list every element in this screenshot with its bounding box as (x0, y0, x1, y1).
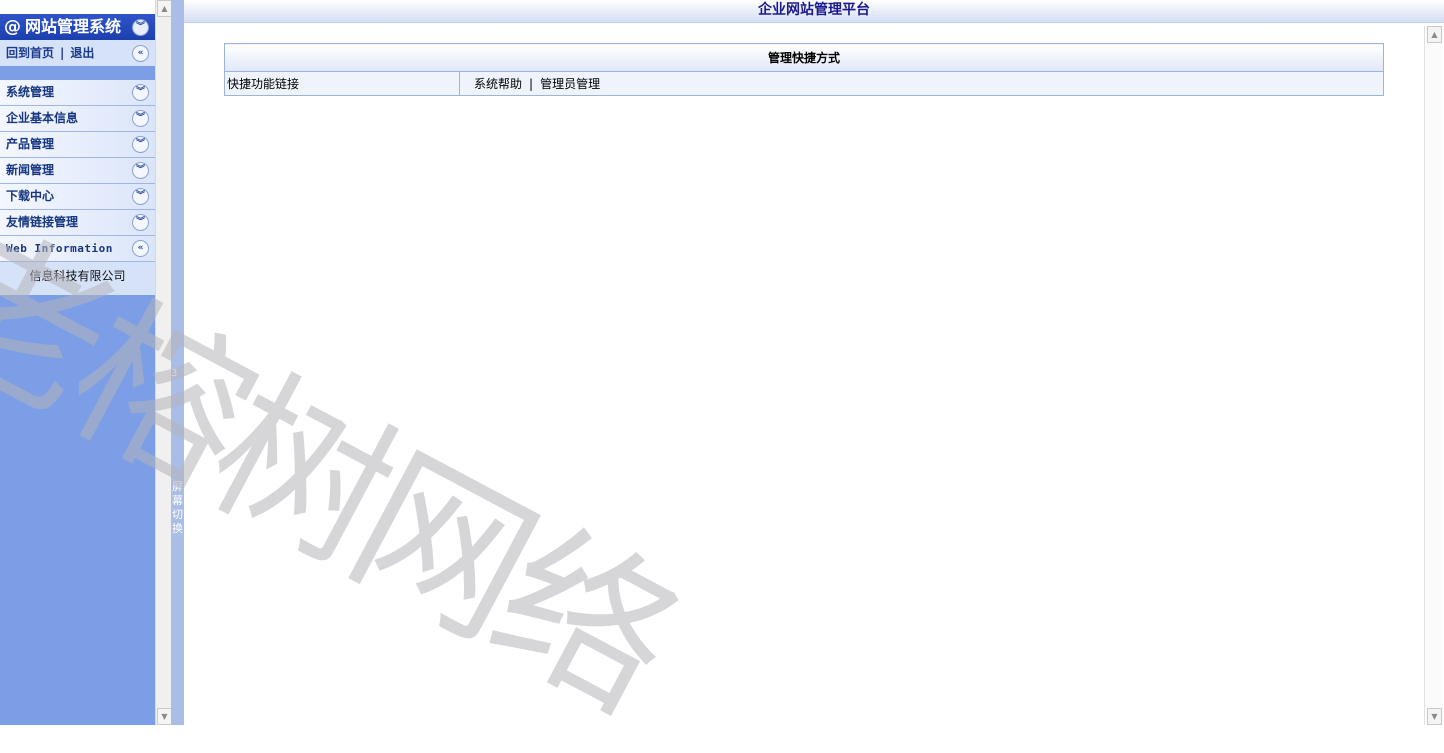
company-name: 信息科技有限公司 (0, 262, 155, 295)
sidebar-item-label: Web Information (6, 242, 113, 255)
home-link[interactable]: 回到首页 (6, 46, 54, 60)
sidebar-title: 网站管理系统 (25, 17, 122, 36)
chevron-double-down-icon[interactable]: ︾ (132, 214, 149, 231)
sidebar-item-products[interactable]: 产品管理 ︾ (0, 132, 155, 158)
sidebar-gap (0, 66, 155, 80)
sidebar-top-strip (0, 0, 155, 14)
sidebar-item-news[interactable]: 新闻管理 ︾ (0, 158, 155, 184)
logout-link[interactable]: 退出 (70, 46, 94, 60)
sidebar-title-bar: @ 网站管理系统 ︾ (0, 14, 155, 40)
sidebar-item-label: 企业基本信息 (6, 111, 79, 125)
scroll-up-icon[interactable]: ▲ (1427, 26, 1442, 43)
chevron-double-down-icon[interactable]: ︾ (132, 162, 149, 179)
main-scrollbar[interactable]: ▲ ▼ (1424, 26, 1443, 725)
link-separator: | (529, 77, 534, 91)
sidebar-item-label: 新闻管理 (6, 163, 55, 177)
chevron-double-down-icon[interactable]: ︾ (132, 110, 149, 127)
sidebar: @ 网站管理系统 ︾ 回到首页 | 退出 « 系统管理 ︾ 企业基本信息 ︾ 产品管理… (0, 0, 155, 725)
chevron-double-down-icon[interactable]: ︾ (132, 188, 149, 205)
row-label: 快捷功能链接 (224, 71, 460, 96)
link-separator: | (60, 46, 65, 60)
chevron-double-left-icon[interactable]: « (132, 240, 149, 257)
chevron-double-down-icon[interactable]: ︾ (132, 19, 149, 36)
sidebar-scrollbar[interactable]: ▲ ▼ (155, 0, 172, 725)
row-links: 系统帮助 | 管理员管理 (459, 71, 1384, 96)
sidebar-item-friend-links[interactable]: 友情链接管理 ︾ (0, 210, 155, 236)
sidebar-item-label: 产品管理 (6, 137, 55, 151)
admin-management-link[interactable]: 管理员管理 (540, 77, 600, 91)
sidebar-item-system[interactable]: 系统管理 ︾ (0, 80, 155, 106)
frame-splitter[interactable]: 3 屏幕切换 (171, 0, 184, 725)
scroll-down-icon[interactable]: ▼ (1427, 708, 1442, 725)
sidebar-item-label: 友情链接管理 (6, 215, 79, 229)
sidebar-item-downloads[interactable]: 下载中心 ︾ (0, 184, 155, 210)
sidebar-item-company-info[interactable]: 企业基本信息 ︾ (0, 106, 155, 132)
page-title: 企业网站管理平台 (184, 0, 1444, 23)
system-help-link[interactable]: 系统帮助 (474, 77, 522, 91)
splitter-number: 3 (171, 368, 178, 379)
chevron-double-down-icon[interactable]: ︾ (132, 136, 149, 153)
sidebar-item-web-information[interactable]: Web Information « (0, 236, 155, 262)
chevron-double-down-icon[interactable]: ︾ (132, 84, 149, 101)
sidebar-item-label: 下载中心 (6, 189, 55, 203)
screen-switch-toggle[interactable]: 屏幕切换 (171, 480, 184, 536)
shortcut-table: 管理快捷方式 快捷功能链接 系统帮助 | 管理员管理 (224, 43, 1384, 96)
chevron-double-left-icon[interactable]: « (132, 45, 149, 62)
sidebar-quick-links: 回到首页 | 退出 « (0, 40, 155, 66)
sidebar-item-label: 系统管理 (6, 85, 55, 99)
scroll-up-icon[interactable]: ▲ (157, 0, 172, 17)
at-icon: @ (4, 17, 21, 37)
table-header: 管理快捷方式 (224, 43, 1384, 72)
table-header-row: 管理快捷方式 (224, 43, 1384, 72)
table-row: 快捷功能链接 系统帮助 | 管理员管理 (224, 71, 1384, 96)
scroll-down-icon[interactable]: ▼ (157, 708, 172, 725)
